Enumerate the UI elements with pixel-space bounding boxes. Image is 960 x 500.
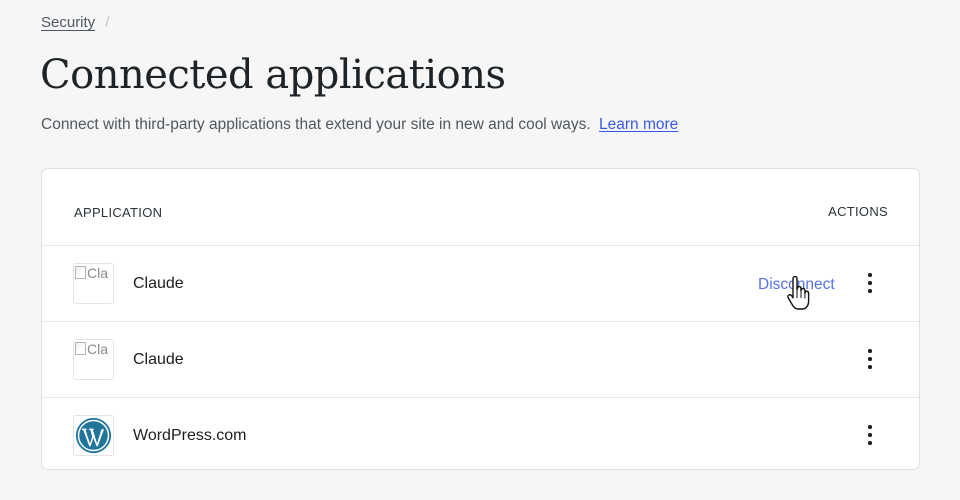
column-header-actions: ACTIONS — [828, 204, 888, 219]
more-actions-icon[interactable] — [860, 422, 880, 448]
broken-image-icon: Cla — [75, 341, 108, 357]
table-row: Cla Claude Disconnect — [42, 246, 919, 322]
breadcrumb: Security / — [41, 14, 109, 31]
connected-applications-page: Security / Connected applications Connec… — [0, 0, 960, 500]
more-actions-icon[interactable] — [860, 346, 880, 372]
table-header: APPLICATION ACTIONS — [42, 169, 919, 246]
app-name: Claude — [133, 351, 184, 368]
table-row: WordPress.com — [42, 398, 919, 473]
table-row: Cla Claude — [42, 322, 919, 398]
description-text: Connect with third-party applications th… — [41, 116, 591, 133]
app-icon — [73, 415, 114, 456]
page-description: Connect with third-party applications th… — [41, 116, 678, 134]
learn-more-link[interactable]: Learn more — [599, 116, 678, 133]
app-name: WordPress.com — [133, 427, 247, 444]
breadcrumb-security-link[interactable]: Security — [41, 14, 95, 31]
disconnect-button[interactable]: Disconnect — [758, 276, 835, 294]
applications-card: APPLICATION ACTIONS Cla Claude Disconnec… — [41, 168, 920, 470]
app-icon: Cla — [73, 339, 114, 380]
broken-image-icon: Cla — [75, 265, 108, 281]
broken-image-alt-text: Cla — [87, 341, 109, 357]
column-header-application: APPLICATION — [74, 205, 163, 220]
broken-image-glyph — [75, 342, 86, 355]
more-actions-icon[interactable] — [860, 270, 880, 296]
page-title: Connected applications — [40, 52, 506, 98]
broken-image-alt-text: Cla — [87, 265, 109, 281]
app-name: Claude — [133, 275, 184, 292]
wordpress-logo-icon — [75, 417, 112, 454]
breadcrumb-separator: / — [105, 14, 110, 31]
broken-image-glyph — [75, 266, 86, 279]
app-icon: Cla — [73, 263, 114, 304]
